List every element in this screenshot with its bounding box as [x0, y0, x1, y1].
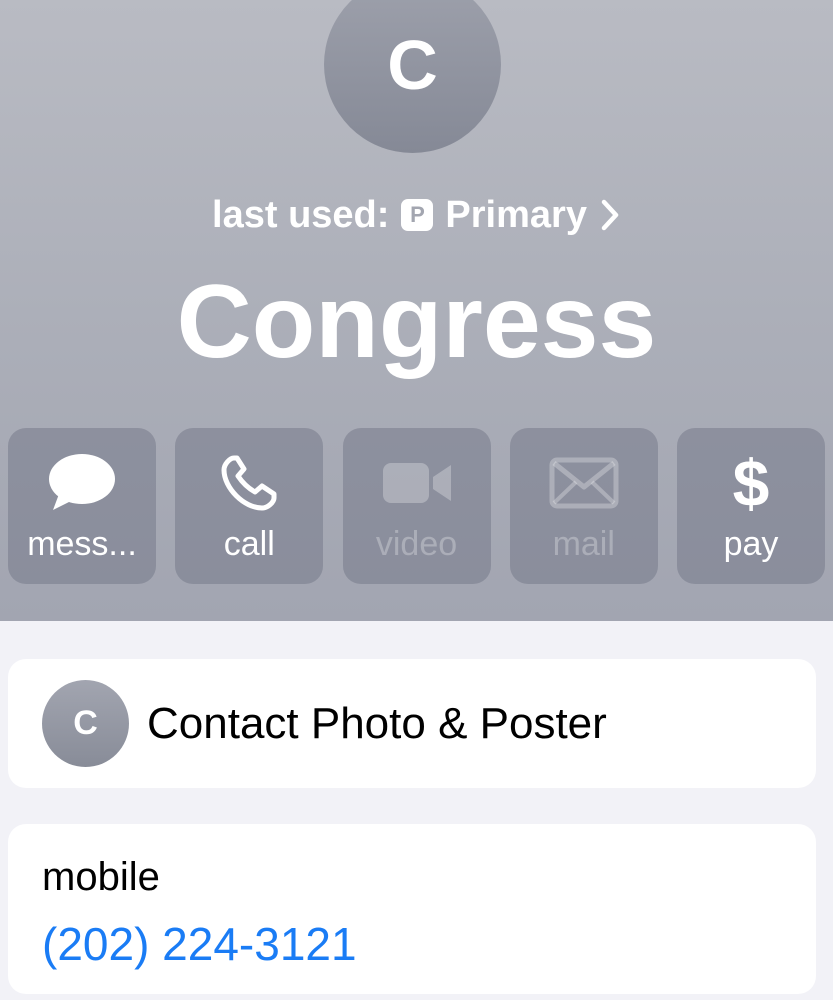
contact-photo-poster-label: Contact Photo & Poster [147, 699, 607, 748]
last-used-line-button[interactable]: last used: P Primary [0, 190, 833, 240]
message-action-label: mess... [27, 525, 137, 563]
contact-name: Congress [176, 264, 657, 380]
small-avatar-initial: C [73, 704, 98, 742]
last-used-prefix: last used: [212, 193, 390, 236]
call-action-label: call [223, 525, 275, 563]
phone-type-label: mobile [42, 855, 160, 899]
dollar-icon: $ [732, 446, 770, 520]
avatar-initial: C [387, 25, 438, 104]
pay-action-button[interactable]: $ pay [677, 428, 825, 584]
quick-actions: mess... call video mail $ pay [8, 428, 825, 584]
last-used-line-name: Primary [445, 193, 587, 236]
message-action-button[interactable]: mess... [8, 428, 156, 584]
contact-avatar[interactable]: C [324, 0, 501, 153]
contact-photo-poster-row[interactable]: C Contact Photo & Poster [8, 659, 816, 788]
small-avatar: C [42, 680, 129, 767]
sim-badge-icon: P [401, 199, 434, 231]
envelope-icon [549, 457, 619, 509]
chevron-right-icon [601, 199, 619, 231]
contact-header: C last used: P Primary Congress mess... [0, 0, 833, 621]
phone-card: mobile (202) 224-3121 [8, 824, 816, 994]
mail-action-button[interactable]: mail [509, 428, 658, 584]
phone-number-link[interactable]: (202) 224-3121 [42, 917, 357, 971]
video-camera-icon [382, 463, 451, 503]
message-bubble-icon [49, 454, 115, 510]
video-action-button[interactable]: video [342, 428, 491, 584]
mail-action-label: mail [552, 525, 615, 563]
video-action-label: video [375, 525, 458, 563]
call-action-button[interactable]: call [175, 428, 324, 584]
phone-icon [221, 455, 277, 511]
pay-action-label: pay [723, 525, 779, 563]
